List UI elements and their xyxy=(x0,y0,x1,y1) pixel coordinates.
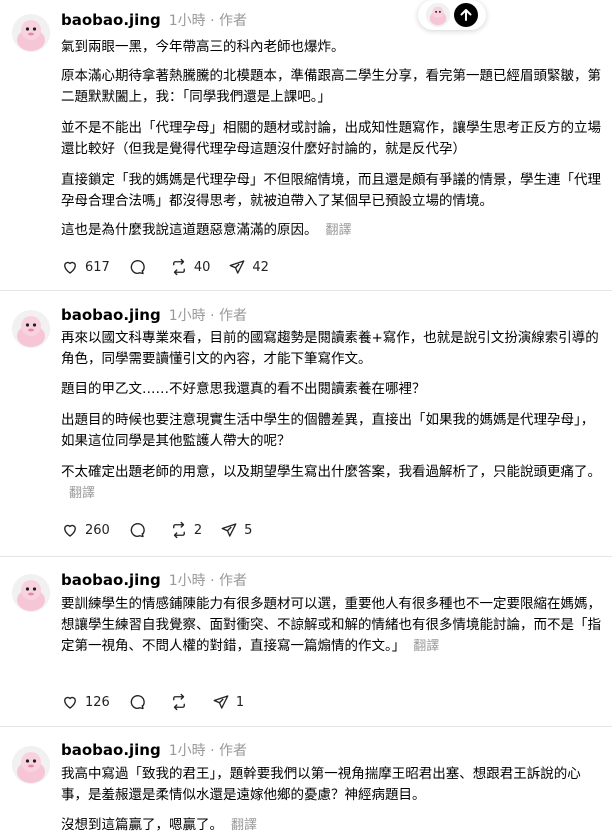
arrow-up-icon xyxy=(460,9,472,21)
divider xyxy=(0,556,612,557)
paragraph: 原本滿心期待拿著熱騰騰的北模題本，準備跟高二學生分享，看完第一題已經眉頭緊皺，第… xyxy=(61,68,601,105)
like-button[interactable]: 617 xyxy=(61,258,110,276)
post-meta: 1小時 · 作者 xyxy=(168,573,247,589)
heart-icon xyxy=(64,524,76,537)
paragraph: 這也是為什麼我說這道題惡意滿滿的原因。 xyxy=(61,222,318,238)
paragraph: 出題目的時候也要注意現實生活中學生的個體差異，直接出「如果我的媽媽是代理孕母」，… xyxy=(61,412,595,449)
like-button[interactable]: 260 xyxy=(61,521,110,539)
scroll-to-top-button[interactable] xyxy=(454,3,478,27)
post-meta: 1小時 · 作者 xyxy=(168,13,247,29)
post-text: 我高中寫過「致我的君王」，題幹要我們以第一視角揣摩王昭君出塞、想跟君王訴說的心事… xyxy=(61,764,607,806)
username[interactable]: baobao.jing xyxy=(61,306,161,324)
translate-button[interactable]: 翻譯 xyxy=(231,818,257,833)
repost-button[interactable] xyxy=(170,693,194,711)
post-text: 這也是為什麼我說這道題惡意滿滿的原因。 翻譯 xyxy=(61,220,607,241)
translate-button[interactable]: 翻譯 xyxy=(326,223,352,238)
comment-icon xyxy=(130,695,145,710)
send-icon xyxy=(221,523,237,537)
repost-button[interactable]: 2 xyxy=(170,521,202,539)
avatar[interactable] xyxy=(12,574,50,612)
paragraph: 直接鎖定「我的媽媽是代理孕母」不但限縮情境，而且還是頗有爭議的情景，學生連「代理… xyxy=(61,172,601,209)
username[interactable]: baobao.jing xyxy=(61,571,161,589)
like-button[interactable]: 126 xyxy=(61,693,110,711)
share-count: 42 xyxy=(252,259,269,275)
reply-button[interactable] xyxy=(128,693,152,711)
paragraph: 沒想到這篇贏了，嗯贏了。 xyxy=(61,817,223,833)
share-button[interactable]: 5 xyxy=(220,521,252,539)
post-text: 原本滿心期待拿著熱騰騰的北模題本，準備跟高二學生分享，看完第一題已經眉頭緊皺，第… xyxy=(61,66,607,108)
divider xyxy=(0,290,612,291)
avatar[interactable] xyxy=(426,3,450,27)
post-text: 要訓練學生的情感鋪陳能力有很多題材可以選，重要他人有很多種也不一定要限縮在媽媽，… xyxy=(61,594,607,657)
send-icon xyxy=(229,260,245,274)
post-text: 再來以國文科專業來看，目前的國寫趨勢是閱讀素養+寫作，也就是說引文扮演線索引導的… xyxy=(61,328,607,370)
repost-button[interactable]: 40 xyxy=(170,258,211,276)
reply-button[interactable] xyxy=(128,258,152,276)
repost-icon xyxy=(172,693,185,711)
post-meta: 1小時 · 作者 xyxy=(168,308,247,324)
translate-button[interactable]: 翻譯 xyxy=(413,639,439,654)
paragraph: 題目的甲乙文……不好意思我還真的看不出閱讀素養在哪裡？ xyxy=(61,381,426,397)
avatar[interactable] xyxy=(12,14,50,52)
comment-icon xyxy=(130,260,145,275)
share-count: 1 xyxy=(235,694,245,710)
heart-icon xyxy=(64,696,76,709)
paragraph: 再來以國文科專業來看，目前的國寫趨勢是閱讀素養+寫作，也就是說引文扮演線索引導的… xyxy=(61,330,599,367)
post-text: 並不是不能出「代理孕母」相關的題材或討論，出成知性題寫作，讓學生思考正反方的立場… xyxy=(61,118,607,160)
repost-count: 40 xyxy=(193,259,211,275)
paragraph: 要訓練學生的情感鋪陳能力有很多題材可以選，重要他人有很多種也不一定要限縮在媽媽，… xyxy=(61,596,601,654)
post-text: 沒想到這篇贏了，嗯贏了。 翻譯 xyxy=(61,815,607,836)
like-count: 126 xyxy=(85,694,110,710)
username[interactable]: baobao.jing xyxy=(61,11,161,29)
paragraph: 我高中寫過「致我的君王」，題幹要我們以第一視角揣摩王昭君出塞、想跟君王訴說的心事… xyxy=(61,766,581,803)
post-text: 出題目的時候也要注意現實生活中學生的個體差異，直接出「如果我的媽媽是代理孕母」，… xyxy=(61,410,607,452)
paragraph: 不太確定出題老師的用意，以及期望學生寫出什麼答案，我看過解析了，只能說頭更痛了。 xyxy=(61,464,601,480)
divider xyxy=(0,726,612,727)
translate-button[interactable]: 翻譯 xyxy=(69,486,95,501)
post-text: 題目的甲乙文……不好意思我還真的看不出閱讀素養在哪裡？ xyxy=(61,379,607,400)
post-meta: 1小時 · 作者 xyxy=(168,743,247,759)
reply-button[interactable] xyxy=(128,521,152,539)
paragraph: 氣到兩眼一黑，今年帶高三的科內老師也爆炸。 xyxy=(61,39,345,55)
like-count: 617 xyxy=(85,259,110,275)
post-text: 不太確定出題老師的用意，以及期望學生寫出什麼答案，我看過解析了，只能說頭更痛了。… xyxy=(61,462,607,504)
paragraph: 並不是不能出「代理孕母」相關的題材或討論，出成知性題寫作，讓學生思考正反方的立場… xyxy=(61,120,601,157)
repost-count: 2 xyxy=(193,522,203,538)
send-icon xyxy=(213,695,229,709)
username[interactable]: baobao.jing xyxy=(61,741,161,759)
floating-header-pill xyxy=(418,0,486,30)
repost-icon xyxy=(172,258,185,276)
like-count: 260 xyxy=(85,522,110,538)
post-text: 氣到兩眼一黑，今年帶高三的科內老師也爆炸。 xyxy=(61,37,607,58)
avatar[interactable] xyxy=(12,746,50,784)
avatar[interactable] xyxy=(12,310,50,348)
share-button[interactable]: 1 xyxy=(212,693,244,711)
comment-icon xyxy=(130,523,145,538)
share-count: 5 xyxy=(244,522,253,538)
heart-icon xyxy=(64,261,76,274)
post-text: 直接鎖定「我的媽媽是代理孕母」不但限縮情境，而且還是頗有爭議的情景，學生連「代理… xyxy=(61,170,607,212)
repost-icon xyxy=(172,521,185,539)
share-button[interactable]: 42 xyxy=(228,258,269,276)
